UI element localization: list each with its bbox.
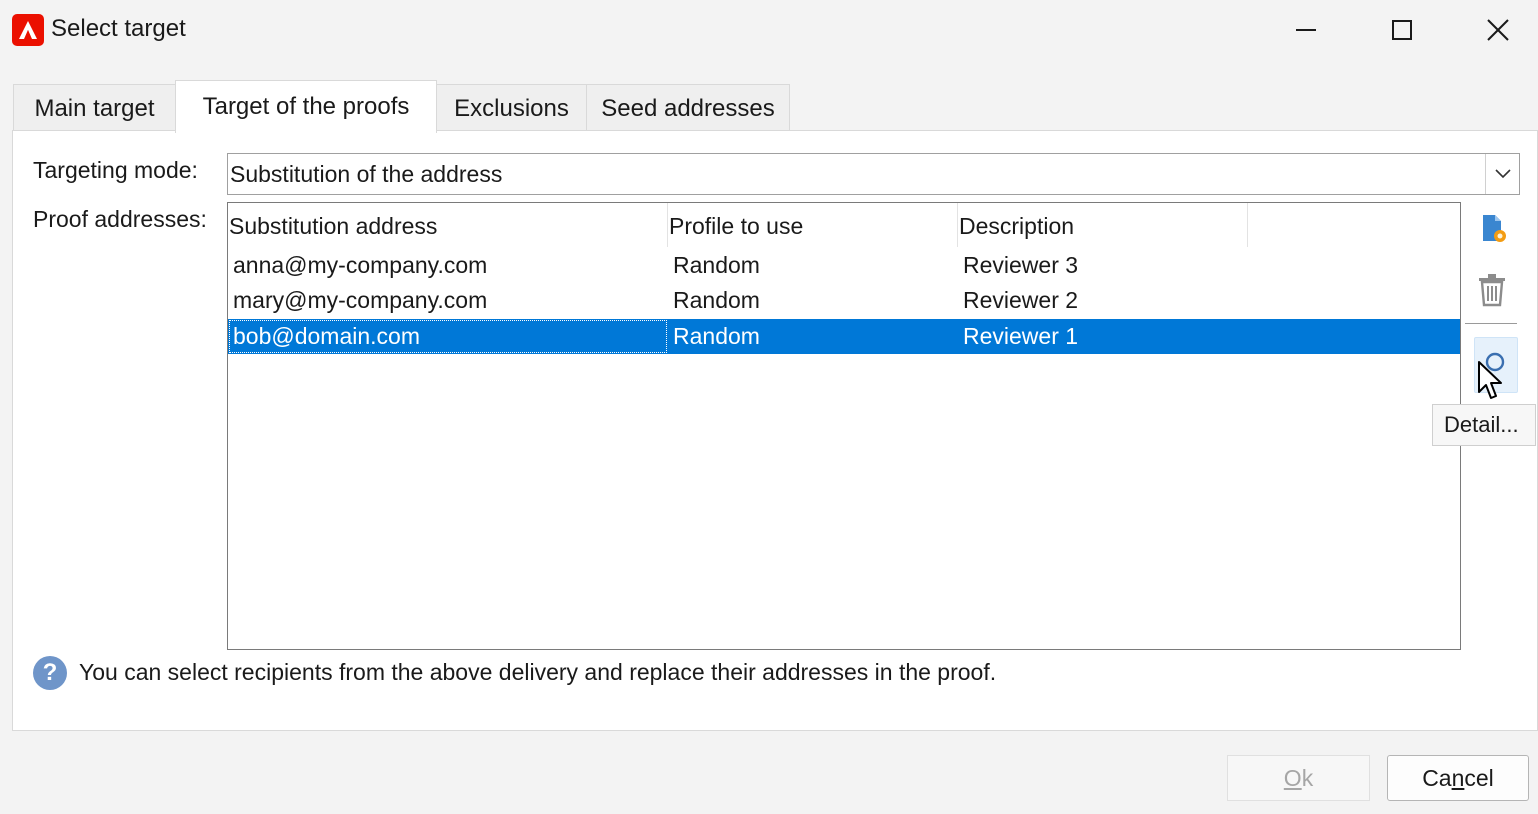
column-header-substitution-address[interactable]: Substitution address [228, 203, 668, 247]
table-row[interactable]: anna@my-company.com Random Reviewer 3 [228, 248, 1460, 283]
ok-label-rest: k [1301, 764, 1314, 791]
cell-description: Reviewer 2 [963, 287, 1079, 313]
cell-description: Reviewer 1 [963, 323, 1079, 349]
tab-exclusions[interactable]: Exclusions [436, 84, 587, 132]
tab-target-of-the-proofs[interactable]: Target of the proofs [175, 80, 437, 133]
cell-address: mary@my-company.com [233, 287, 488, 313]
table-row[interactable]: mary@my-company.com Random Reviewer 2 [228, 283, 1460, 318]
cancel-label-pre: Ca [1422, 764, 1452, 791]
close-icon [1487, 19, 1509, 41]
help-text: You can select recipients from the above… [79, 659, 997, 685]
ok-mnemonic: O [1283, 764, 1302, 791]
window-title: Select target [51, 15, 186, 42]
help-icon: ? [33, 656, 67, 690]
targeting-mode-label: Targeting mode: [33, 157, 198, 183]
adobe-logo-icon [12, 14, 44, 46]
delete-button[interactable] [1471, 269, 1513, 311]
proof-addresses-label: Proof addresses: [33, 206, 207, 232]
maximize-icon [1392, 20, 1412, 40]
cell-address: bob@domain.com [228, 319, 668, 354]
cancel-label-rest: cel [1464, 764, 1494, 791]
cell-profile: Random [673, 323, 760, 349]
cell-description: Reviewer 3 [963, 252, 1079, 278]
add-icon [1483, 215, 1506, 242]
add-button[interactable] [1471, 207, 1513, 249]
column-header-profile-to-use[interactable]: Profile to use [668, 203, 958, 247]
chevron-down-icon [1494, 169, 1511, 179]
minimize-button[interactable] [1274, 8, 1338, 52]
table-row-selected[interactable]: bob@domain.com Random Reviewer 1 [228, 319, 1460, 354]
mouse-cursor-icon [1478, 361, 1502, 399]
delete-icon [1479, 274, 1505, 307]
column-header-description[interactable]: Description [958, 203, 1248, 247]
maximize-button[interactable] [1370, 8, 1434, 52]
tab-main-target[interactable]: Main target [13, 84, 176, 132]
proof-addresses-table[interactable]: Substitution address Profile to use Desc… [227, 202, 1461, 650]
targeting-mode-value: Substitution of the address [230, 161, 503, 187]
cancel-mnemonic: n [1451, 764, 1465, 791]
toolbar-separator [1465, 323, 1517, 324]
cell-profile: Random [673, 287, 760, 313]
ok-button[interactable]: Ok [1227, 755, 1370, 801]
dropdown-arrow[interactable] [1485, 154, 1519, 194]
table-toolbar [1463, 202, 1533, 502]
targeting-mode-select[interactable]: Substitution of the address [227, 153, 1520, 195]
tab-seed-addresses[interactable]: Seed addresses [586, 84, 790, 132]
minimize-icon [1296, 29, 1316, 31]
cell-profile: Random [673, 252, 760, 278]
cell-address: anna@my-company.com [233, 252, 488, 278]
close-button[interactable] [1466, 8, 1530, 52]
tab-panel: Targeting mode: Substitution of the addr… [12, 130, 1538, 731]
table-header: Substitution address Profile to use Desc… [228, 203, 1460, 247]
detail-tooltip: Detail... [1432, 404, 1536, 446]
title-bar: Select target [0, 0, 1538, 64]
cancel-button[interactable]: Ca n cel [1387, 755, 1529, 801]
